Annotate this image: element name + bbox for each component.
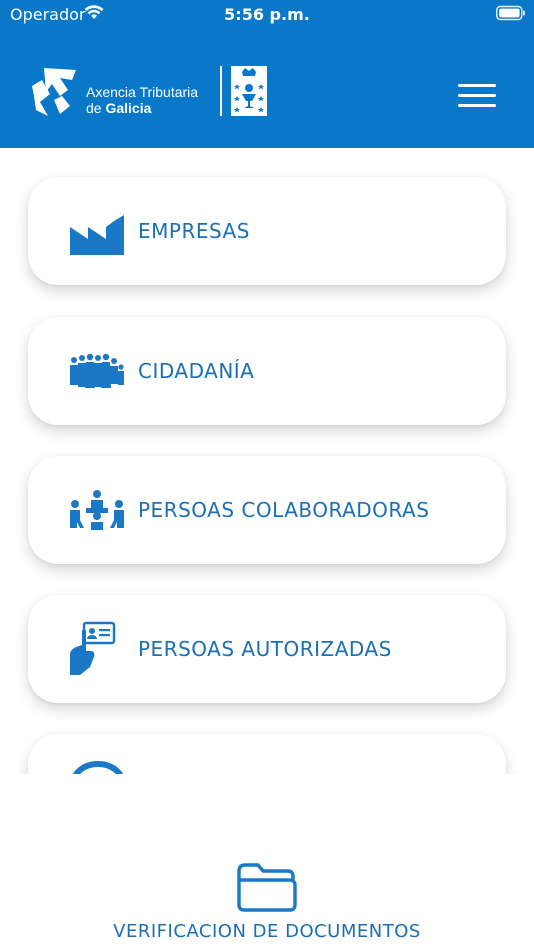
menu-card-empresas[interactable]: EMPRESAS <box>28 177 506 285</box>
menu-card-label: PERSOAS COLABORADORAS <box>138 498 430 522</box>
partial-menu-icon <box>73 761 123 774</box>
authorized-id-icon <box>70 621 116 675</box>
menu-card-label: CIDADANÍA <box>138 359 255 383</box>
folder-icon[interactable] <box>236 861 298 913</box>
brand-name-bold: Galicia <box>105 100 152 116</box>
status-time: 5:56 p.m. <box>224 5 310 24</box>
status-bar: Operador 5:56 p.m. <box>0 0 534 28</box>
brand-name-prefix: de <box>86 100 102 116</box>
menu-card-persoas-autorizadas[interactable]: PERSOAS AUTORIZADAS <box>28 595 506 703</box>
brand-name-line2: de Galicia <box>86 100 151 116</box>
app-header: Operador 5:56 p.m. Axencia Tributaria de… <box>0 0 534 148</box>
menu-icon-bar <box>458 104 496 107</box>
menu-card-label: PERSOAS AUTORIZADAS <box>138 637 392 661</box>
collaborators-icon <box>70 490 124 530</box>
menu-icon-bar <box>458 84 496 87</box>
menu-scroll-area[interactable]: EMPRESAS CIDADANÍA PERSOAS COLABORADORAS… <box>0 148 534 774</box>
menu-card-cidadania[interactable]: CIDADANÍA <box>28 317 506 425</box>
menu-card-partial[interactable] <box>28 734 506 774</box>
bottom-panel: VERIFICACION DE DOCUMENTOS <box>0 774 534 950</box>
verify-documents-link[interactable]: VERIFICACION DE DOCUMENTOS <box>0 921 534 942</box>
hamburger-menu-button[interactable] <box>454 78 500 112</box>
brand-name-line1: Axencia Tributaria <box>86 84 199 100</box>
citizens-icon <box>70 353 124 388</box>
battery-icon <box>496 5 525 21</box>
factory-icon <box>70 215 124 255</box>
menu-card-label: EMPRESAS <box>138 219 250 243</box>
brand-divider <box>220 66 222 116</box>
atriga-logo-icon <box>32 68 76 116</box>
menu-card-persoas-colaboradoras[interactable]: PERSOAS COLABORADORAS <box>28 456 506 564</box>
galicia-coat-of-arms-icon <box>231 66 267 116</box>
menu-icon-bar <box>458 94 496 97</box>
